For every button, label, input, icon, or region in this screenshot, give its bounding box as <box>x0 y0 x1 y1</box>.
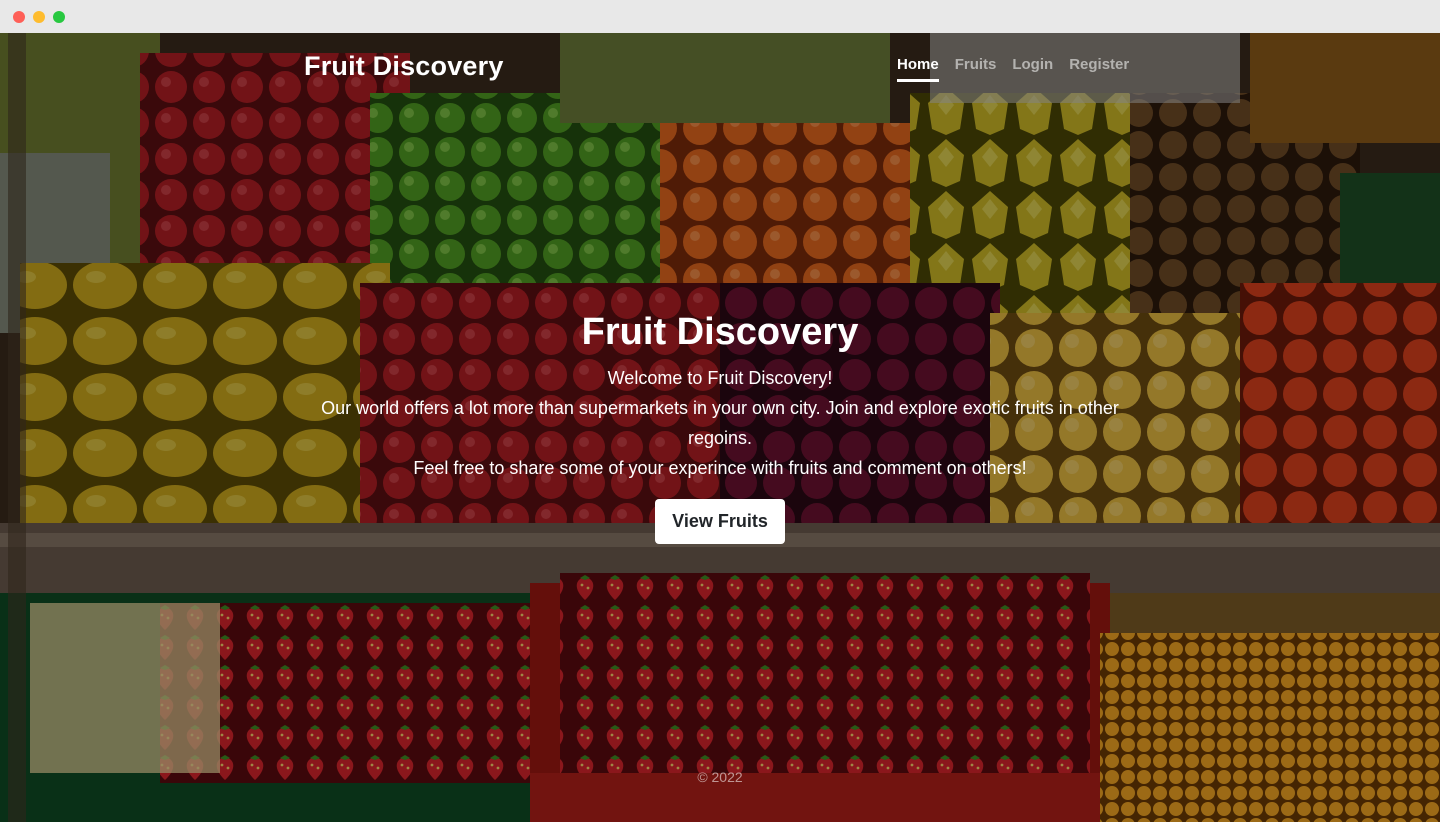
page-viewport: Fruit Discovery Home Fruits Login Regist… <box>0 33 1440 822</box>
browser-window: Fruit Discovery Home Fruits Login Regist… <box>0 0 1440 822</box>
copyright-text: © 2022 <box>697 769 743 785</box>
hero-description-text: Our world offers a lot more than superma… <box>321 398 1119 448</box>
top-navbar: Fruit Discovery Home Fruits Login Regist… <box>0 33 1440 103</box>
nav-link-register[interactable]: Register <box>1069 56 1129 82</box>
minimize-window-button[interactable] <box>33 11 45 23</box>
close-window-button[interactable] <box>13 11 25 23</box>
hero-welcome-text: Welcome to Fruit Discovery! <box>607 368 833 388</box>
nav-link-fruits[interactable]: Fruits <box>955 56 997 82</box>
hero-title: Fruit Discovery <box>581 311 859 353</box>
brand-logo-text[interactable]: Fruit Discovery <box>304 51 504 82</box>
main-nav: Home Fruits Login Register <box>897 56 1129 82</box>
view-fruits-button[interactable]: View Fruits <box>655 499 785 544</box>
window-titlebar <box>0 0 1440 34</box>
page-footer: © 2022 <box>0 769 1440 785</box>
hero-section: Fruit Discovery Welcome to Fruit Discove… <box>0 309 1440 544</box>
nav-link-login[interactable]: Login <box>1012 56 1053 82</box>
nav-link-home[interactable]: Home <box>897 56 939 82</box>
hero-share-text: Feel free to share some of your experinc… <box>413 458 1027 478</box>
hero-lead: Welcome to Fruit Discovery! Our world of… <box>320 363 1120 483</box>
maximize-window-button[interactable] <box>53 11 65 23</box>
